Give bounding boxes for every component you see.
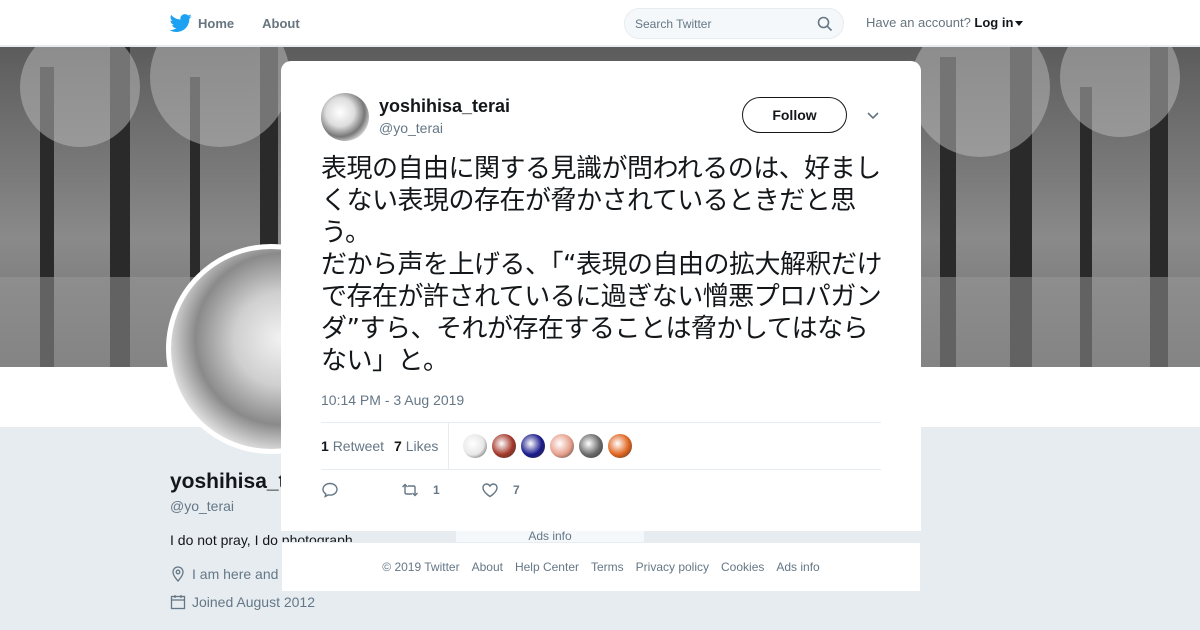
follow-button[interactable]: Follow [742, 97, 847, 133]
tweet-modal: yoshihisa_terai @yo_terai Follow 表現の自由に関… [281, 61, 921, 531]
retweet-stat[interactable]: 1 Retweet [321, 438, 384, 454]
footer-ads[interactable]: Ads info [776, 560, 819, 574]
reply-button[interactable] [321, 481, 401, 499]
tweet-stats: 1 Retweet 7 Likes [321, 422, 881, 470]
tweet-timestamp[interactable]: 10:14 PM - 3 Aug 2019 [321, 392, 464, 408]
author-handle[interactable]: @yo_terai [379, 120, 443, 136]
heart-icon [482, 483, 498, 498]
liker-avatar[interactable] [492, 434, 517, 458]
retweet-count: 1 [321, 438, 329, 454]
liker-snail-avatar[interactable] [463, 434, 488, 458]
footer-copyright: © 2019 Twitter [382, 560, 460, 574]
footer: © 2019 Twitter About Help Center Terms P… [281, 542, 921, 592]
liker-avatar[interactable] [608, 434, 633, 458]
retweet-stat-label: Retweet [332, 438, 385, 454]
tweet-text: 表現の自由に関する見識が問われるのは、好ましくない表現の存在が脅かされているとき… [321, 154, 882, 376]
author-avatar[interactable] [321, 93, 369, 141]
like-count: 7 [394, 438, 402, 454]
footer-cookies[interactable]: Cookies [721, 560, 764, 574]
like-stat-label: Likes [405, 438, 439, 454]
footer-privacy[interactable]: Privacy policy [636, 560, 709, 574]
retweet-action-count: 1 [433, 483, 440, 497]
reply-icon [322, 482, 338, 498]
author-name[interactable]: yoshihisa_terai [379, 96, 510, 117]
like-button[interactable]: 7 [481, 481, 520, 499]
like-stat[interactable]: 7 Likes [394, 438, 438, 454]
liker-avatars [463, 434, 633, 458]
liker-avatar[interactable] [579, 434, 604, 458]
retweet-button[interactable]: 1 [401, 481, 481, 499]
close-icon[interactable] [1154, 12, 1178, 36]
footer-about[interactable]: About [472, 560, 503, 574]
chevron-down-icon[interactable] [866, 108, 880, 122]
retweet-icon [402, 483, 418, 497]
footer-help[interactable]: Help Center [515, 560, 579, 574]
tweet-actions: 1 7 [321, 481, 520, 499]
footer-terms[interactable]: Terms [591, 560, 624, 574]
like-action-count: 7 [513, 483, 520, 497]
liker-avatar[interactable] [550, 434, 575, 458]
tweet-header: yoshihisa_terai @yo_terai Follow [321, 93, 881, 143]
stat-divider [448, 422, 450, 470]
liker-avatar[interactable] [521, 434, 546, 458]
